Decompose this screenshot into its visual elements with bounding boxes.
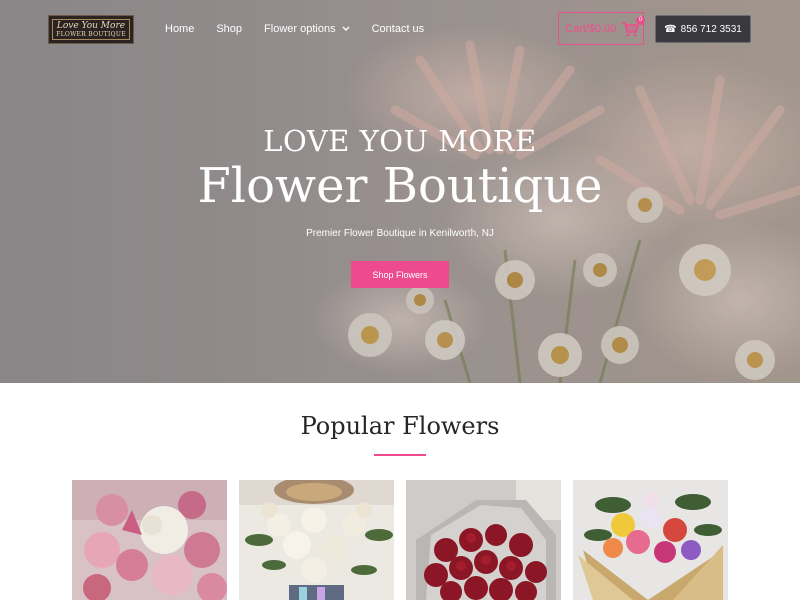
phone-icon: ☎	[664, 23, 677, 35]
product-image	[406, 480, 561, 600]
product-image	[573, 480, 728, 600]
product-card[interactable]	[72, 480, 227, 600]
cart-button[interactable]: Cart/$0.00 0	[558, 12, 645, 45]
nav-item-shop[interactable]: Shop	[216, 23, 242, 35]
nav-item-home[interactable]: Home	[165, 23, 194, 35]
nav-item-label: Shop	[216, 23, 243, 35]
section-divider	[374, 454, 426, 456]
product-image	[72, 480, 227, 600]
hero-subtitle: Premier Flower Boutique in Kenilworth, N…	[306, 228, 494, 239]
chevron-down-icon	[342, 25, 350, 34]
cart-count-badge: 0	[636, 16, 645, 25]
site-logo[interactable]: Love You More FLOWER BOUTIQUE	[48, 15, 134, 44]
section-title: Popular Flowers	[300, 412, 500, 440]
nav-item-label: Flower options	[264, 23, 336, 35]
phone-number: 856 712 3531	[680, 23, 742, 35]
phone-button[interactable]: ☎ 856 712 3531	[655, 15, 751, 43]
cart-total: Cart/$0.00	[565, 22, 617, 35]
nav-item-flower-options[interactable]: Flower options	[264, 23, 350, 35]
nav-item-label: Home	[165, 23, 195, 35]
shop-flowers-button[interactable]: Shop Flowers	[351, 261, 449, 288]
main-nav: Home Shop Flower options Contact us	[165, 23, 446, 35]
hero-title: Flower Boutique	[197, 158, 603, 214]
logo-line-1: Love You More	[56, 21, 126, 31]
product-card[interactable]	[406, 480, 561, 600]
product-card[interactable]	[239, 480, 394, 600]
product-image	[239, 480, 394, 600]
hero-eyebrow: LOVE YOU MORE	[263, 124, 537, 158]
nav-item-label: Contact us	[371, 23, 425, 35]
logo-line-2: FLOWER BOUTIQUE	[56, 31, 126, 38]
product-card[interactable]	[573, 480, 728, 600]
nav-item-contact[interactable]: Contact us	[372, 23, 425, 35]
